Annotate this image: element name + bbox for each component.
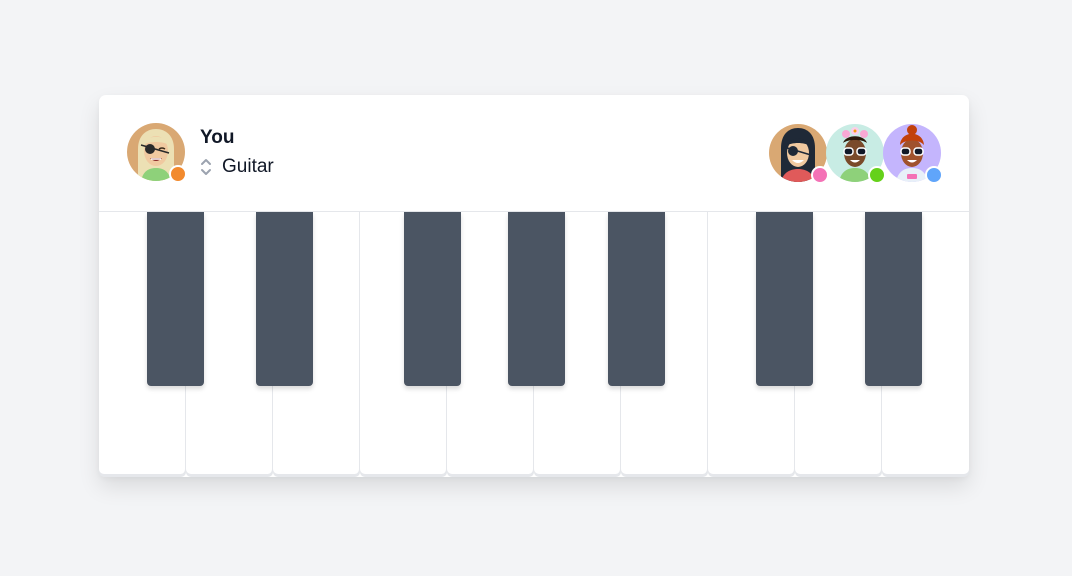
instrument-label: Guitar — [222, 156, 274, 177]
peer-avatar — [769, 124, 829, 184]
chevron-up-down-icon — [197, 156, 215, 178]
status-dot — [169, 165, 187, 183]
black-key[interactable] — [756, 212, 813, 386]
instrument-selector[interactable]: Guitar — [197, 155, 274, 179]
player-header: You Guitar — [99, 95, 969, 212]
piano-card: You Guitar — [99, 95, 969, 477]
black-key[interactable] — [256, 212, 313, 386]
black-key[interactable] — [147, 212, 204, 386]
user-name: You — [200, 127, 235, 148]
black-key[interactable] — [865, 212, 922, 386]
peer-avatar — [883, 124, 943, 184]
peer-avatars — [769, 124, 943, 184]
black-key[interactable] — [608, 212, 665, 386]
black-key[interactable] — [404, 212, 461, 386]
piano-keyboard — [99, 212, 969, 477]
black-key[interactable] — [508, 212, 565, 386]
my-avatar — [127, 123, 187, 183]
peer-avatar — [826, 124, 886, 184]
status-dot — [925, 166, 943, 184]
